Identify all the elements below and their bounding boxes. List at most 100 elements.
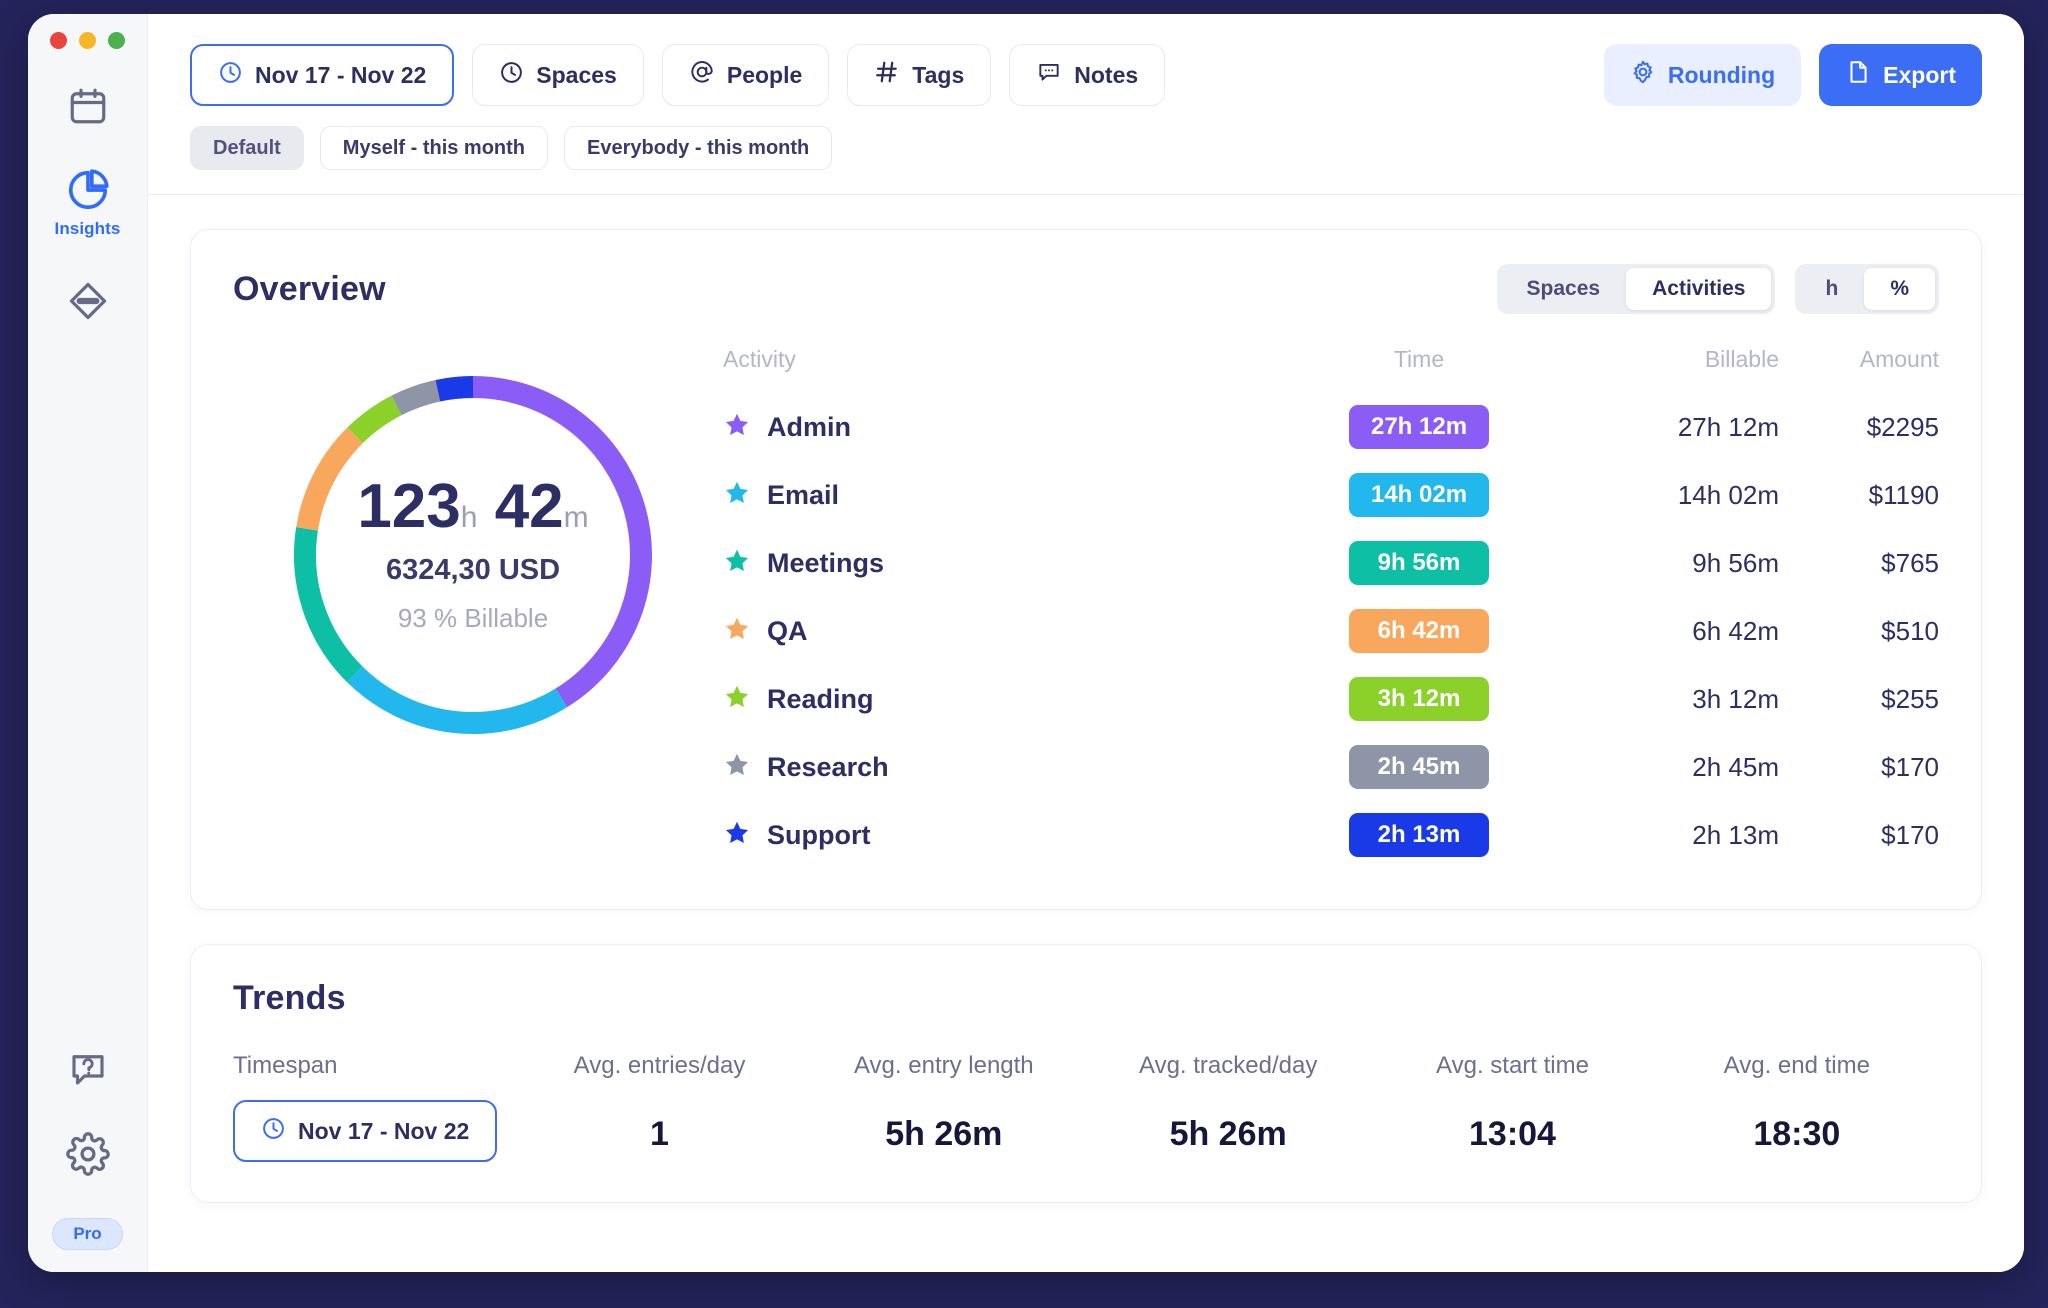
trend-value-end-time: 18:30 [1753, 1114, 1841, 1153]
star-icon [723, 479, 751, 512]
time-pill: 14h 02m [1349, 473, 1489, 517]
export-button[interactable]: Export [1819, 44, 1982, 106]
comment-icon [1036, 59, 1062, 91]
gear-icon [65, 1132, 110, 1176]
trend-date-range-button[interactable]: Nov 17 - Nov 22 [233, 1100, 498, 1162]
table-row[interactable]: Reading 3h 12m 3h 12m $255 [723, 665, 1939, 733]
table-row[interactable]: Admin 27h 12m 27h 12m $2295 [723, 393, 1939, 461]
desktop-backdrop: Insights Pro Nov 17 - Nov 22 Spaces Peop… [0, 0, 2048, 1308]
table-row[interactable]: Research 2h 45m 2h 45m $170 [723, 733, 1939, 801]
filter-spaces-label: Spaces [536, 61, 617, 88]
sidebar-item-settings[interactable] [52, 1132, 122, 1176]
trend-col-tracked: Avg. tracked/day [1139, 1052, 1318, 1079]
app-window: Insights Pro Nov 17 - Nov 22 Spaces Peop… [28, 14, 2024, 1272]
export-label: Export [1883, 61, 1956, 88]
billable-cell: 27h 12m [1677, 411, 1779, 442]
time-pill: 2h 45m [1349, 745, 1489, 789]
minimize-button[interactable] [79, 32, 96, 49]
clock-icon [218, 60, 243, 91]
activity-name: Support [767, 819, 871, 850]
overview-card: Overview Spaces Activities h % 123h 42m … [190, 229, 1982, 910]
donut-segment [347, 395, 402, 444]
filter-tags[interactable]: Tags [847, 44, 992, 106]
rounding-button[interactable]: Rounding [1603, 44, 1802, 106]
filter-people[interactable]: People [661, 44, 830, 106]
time-cell: 14h 02m [1299, 473, 1539, 517]
main-area: Nov 17 - Nov 22 Spaces People Tags Notes… [148, 14, 2024, 1272]
table-row[interactable]: QA 6h 42m 6h 42m $510 [723, 597, 1939, 665]
column-time: Time [1393, 346, 1445, 372]
donut-hours-unit: h [460, 501, 478, 534]
pro-badge[interactable]: Pro [52, 1218, 123, 1250]
sidebar-item-label: Insights [54, 219, 121, 238]
maximize-button[interactable] [108, 32, 125, 49]
trends-grid: Timespan Avg. entries/day Avg. entry len… [233, 1052, 1939, 1162]
view-chip-myself[interactable]: Myself - this month [319, 126, 549, 170]
time-pill: 9h 56m [1349, 541, 1489, 585]
activity-name: QA [767, 615, 808, 646]
billable-cell: 2h 13m [1692, 819, 1779, 850]
toggle-hours[interactable]: h [1799, 268, 1864, 310]
amount-cell: $510 [1881, 615, 1939, 646]
table-row[interactable]: Meetings 9h 56m 9h 56m $765 [723, 529, 1939, 597]
trend-value-entries: 1 [650, 1114, 669, 1153]
rounding-label: Rounding [1667, 61, 1776, 88]
amount-cell: $255 [1881, 683, 1939, 714]
time-pill: 6h 42m [1349, 609, 1489, 653]
diamond-icon [66, 279, 110, 323]
gear-icon [1630, 59, 1656, 91]
donut-segment [435, 376, 474, 402]
document-icon [1845, 59, 1871, 91]
trend-col-start-time: Avg. start time [1436, 1052, 1589, 1079]
trend-col-entries: Avg. entries/day [573, 1052, 746, 1079]
sidebar-item-help[interactable] [52, 1048, 122, 1090]
overview-body: 123h 42m 6324,30 USD 93 % Billable Activ… [233, 340, 1939, 869]
view-chip-everybody[interactable]: Everybody - this month [564, 126, 833, 170]
view-chip-default[interactable]: Default [190, 126, 304, 170]
time-cell: 6h 42m [1299, 609, 1539, 653]
donut-total: 123h 42m [323, 476, 623, 538]
trend-value-tracked: 5h 26m [1169, 1114, 1287, 1153]
clock-icon [261, 1116, 286, 1147]
activity-cell: Admin [723, 411, 1299, 444]
time-pill: 27h 12m [1349, 405, 1489, 449]
clock-icon [499, 60, 524, 91]
toggle-activities[interactable]: Activities [1626, 268, 1772, 310]
activity-name: Email [767, 479, 840, 510]
donut-center-label: 123h 42m 6324,30 USD 93 % Billable [323, 476, 623, 634]
star-icon [723, 615, 751, 648]
sidebar-item-calendar[interactable] [28, 85, 147, 127]
trends-card: Trends Timespan Avg. entries/day Avg. en… [190, 944, 1982, 1203]
sidebar-item-insights[interactable]: Insights [28, 167, 147, 239]
table-row[interactable]: Support 2h 13m 2h 13m $170 [723, 801, 1939, 869]
table-row[interactable]: Email 14h 02m 14h 02m $1190 [723, 461, 1939, 529]
sidebar: Insights Pro [28, 14, 148, 1272]
saved-views-row: Default Myself - this month Everybody - … [190, 106, 1982, 194]
filter-spaces[interactable]: Spaces [472, 44, 644, 106]
table-body: Admin 27h 12m 27h 12m $2295 Email 14h 02m 14h … [723, 393, 1939, 869]
activity-cell: Reading [723, 683, 1299, 716]
time-cell: 9h 56m [1299, 541, 1539, 585]
toggle-spaces[interactable]: Spaces [1501, 268, 1627, 310]
trends-title: Trends [233, 979, 346, 1017]
help-icon [67, 1048, 109, 1090]
toolbar: Nov 17 - Nov 22 Spaces People Tags Notes… [148, 14, 2024, 195]
filter-notes[interactable]: Notes [1009, 44, 1166, 106]
donut-segment [391, 379, 441, 416]
donut-hours: 123 [357, 472, 461, 541]
toolbar-filters-row: Nov 17 - Nov 22 Spaces People Tags Notes… [190, 44, 1982, 106]
activity-name: Research [767, 751, 889, 782]
sidebar-item-diamond[interactable] [28, 279, 147, 323]
time-cell: 3h 12m [1299, 677, 1539, 721]
overview-controls: Spaces Activities h % [1496, 264, 1939, 314]
time-pill: 3h 12m [1349, 677, 1489, 721]
toggle-percent[interactable]: % [1864, 268, 1935, 310]
time-pill: 2h 13m [1349, 813, 1489, 857]
filter-date-range[interactable]: Nov 17 - Nov 22 [190, 44, 455, 106]
activity-cell: Support [723, 819, 1299, 852]
content-scroll[interactable]: Overview Spaces Activities h % 123h 42m … [148, 195, 2024, 1272]
close-button[interactable] [50, 32, 67, 49]
billable-cell: 9h 56m [1692, 547, 1779, 578]
column-activity: Activity [723, 346, 796, 372]
at-icon [689, 59, 715, 91]
